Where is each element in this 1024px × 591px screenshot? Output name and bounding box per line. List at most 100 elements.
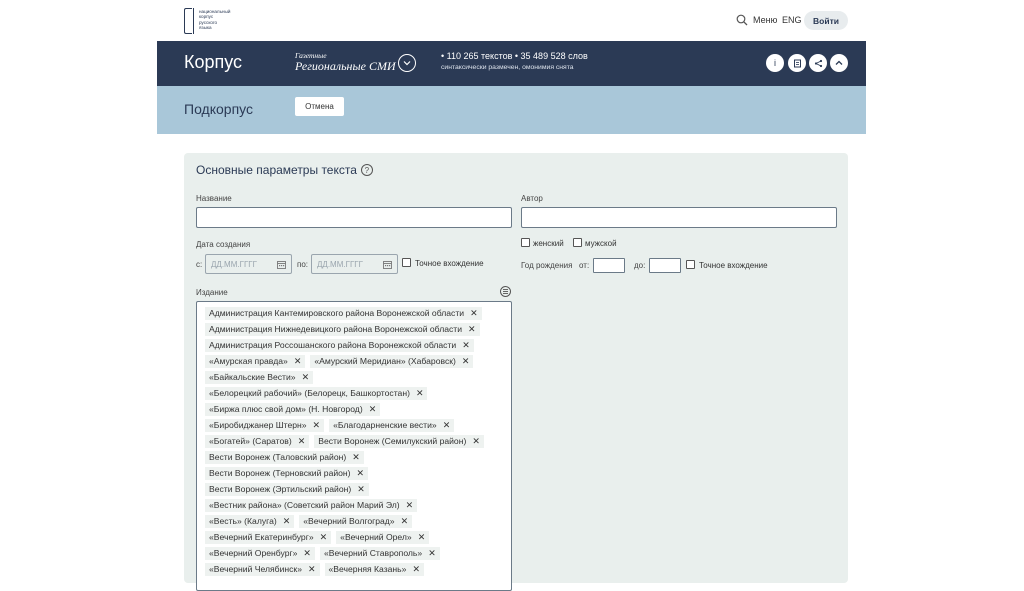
remove-tag-close-icon[interactable]: ✕	[468, 324, 476, 335]
info-icon[interactable]: i	[766, 54, 784, 72]
language-switch[interactable]: ENG	[782, 15, 802, 25]
edition-tag: Вести Воронеж (Эртильский район) ✕	[205, 482, 369, 496]
remove-tag-close-icon[interactable]: ✕	[357, 468, 365, 479]
edition-tag: «Вечерний Волгоград» ✕	[299, 514, 413, 528]
female-checkbox[interactable]	[521, 238, 530, 247]
birth-year-label: Год рождения	[521, 261, 573, 270]
edition-tag-label: Вести Воронеж (Таловский район)	[209, 452, 347, 462]
remove-tag-close-icon[interactable]: ✕	[443, 420, 451, 431]
list-icon[interactable]	[500, 286, 511, 297]
female-label: женский	[533, 239, 564, 248]
date-to-input[interactable]: ДД.ММ.ГГГГ	[311, 254, 398, 274]
top-bar: национальный корпус русского языка Меню …	[0, 0, 1024, 41]
remove-tag-close-icon[interactable]: ✕	[462, 356, 470, 367]
corpus-select-chevron-icon[interactable]	[398, 54, 416, 72]
edition-tag-row: «Биржа плюс свой дом» (Н. Новгород) ✕	[205, 401, 511, 417]
edition-tag-label: Вести Воронеж (Терновский район)	[209, 468, 351, 478]
edition-tag: «Вестник района» (Советский район Марий …	[205, 498, 418, 512]
remove-tag-close-icon[interactable]: ✕	[401, 516, 409, 527]
edition-tag-row: Администрация Нижнедевицкого района Воро…	[205, 321, 511, 337]
edition-tag-label: «Вечерний Оренбург»	[209, 548, 298, 558]
birth-exact-checkbox[interactable]	[686, 260, 695, 269]
edition-tag: «Весть» (Калуга) ✕	[205, 514, 295, 528]
author-label: Автор	[521, 194, 543, 203]
edition-tag-row: «Вечерний Оренбург» ✕ «Вечерний Ставрополь…	[205, 545, 511, 561]
remove-tag-close-icon[interactable]: ✕	[462, 340, 470, 351]
date-label: Дата создания	[196, 240, 251, 249]
logo-line: языка	[199, 25, 212, 31]
remove-tag-close-icon[interactable]: ✕	[412, 564, 420, 575]
edition-tag: «Вечерний Орел» ✕	[336, 530, 430, 544]
date-from-label: с:	[196, 260, 203, 269]
edition-tag: Администрация Россошанского района Ворон…	[205, 338, 474, 352]
date-from-input[interactable]: ДД.ММ.ГГГГ	[205, 254, 292, 274]
edition-tag-label: «Биржа плюс свой дом» (Н. Новгород)	[209, 404, 363, 414]
date-to-placeholder: ДД.ММ.ГГГГ	[317, 260, 363, 269]
remove-tag-close-icon[interactable]: ✕	[352, 452, 360, 463]
login-button[interactable]: Войти	[804, 11, 848, 30]
edition-tag-label: «Вечерний Екатеринбург»	[209, 532, 314, 542]
subcorpus-title: Подкорпус	[184, 101, 253, 117]
remove-tag-close-icon[interactable]: ✕	[418, 532, 426, 543]
remove-tag-close-icon[interactable]: ✕	[302, 372, 310, 383]
birth-from-label: от:	[579, 261, 590, 270]
edition-tag: «Вечерний Ставрополь» ✕	[319, 546, 440, 560]
birth-to-input[interactable]	[649, 258, 681, 273]
logo-text: национальный корпус русского языка	[199, 9, 230, 31]
remove-tag-close-icon[interactable]: ✕	[369, 404, 377, 415]
edition-tag-label: Вести Воронеж (Эртильский район)	[209, 484, 352, 494]
date-exact-checkbox[interactable]	[402, 258, 411, 267]
remove-tag-close-icon[interactable]: ✕	[313, 420, 321, 431]
remove-tag-close-icon[interactable]: ✕	[308, 564, 316, 575]
edition-tag-label: «Вестник района» (Советский район Марий …	[209, 500, 400, 510]
document-icon[interactable]	[788, 54, 806, 72]
corpus-header: Корпус Газетные Региональные СМИ • 110 2…	[157, 41, 866, 86]
remove-tag-close-icon[interactable]: ✕	[470, 308, 478, 319]
edition-tag-label: «Богатей» (Саратов)	[209, 436, 292, 446]
edition-tag-label: «Вечерняя Казань»	[328, 564, 407, 574]
edition-tag-row: Администрация Кантемировского района Вор…	[205, 305, 511, 321]
edition-tag-row: «Вестник района» (Советский район Марий …	[205, 497, 511, 513]
remove-tag-close-icon[interactable]: ✕	[416, 388, 424, 399]
remove-tag-close-icon[interactable]: ✕	[298, 436, 306, 447]
remove-tag-close-icon[interactable]: ✕	[406, 500, 414, 511]
share-icon[interactable]	[809, 54, 827, 72]
edition-tag: «Биробиджанер Штерн» ✕	[205, 418, 325, 432]
calendar-icon[interactable]	[277, 260, 286, 269]
collapse-chevron-up-icon[interactable]	[830, 54, 848, 72]
corpus-stats-counts: • 110 265 текстов • 35 489 528 слов	[441, 51, 588, 61]
date-from-placeholder: ДД.ММ.ГГГГ	[211, 260, 257, 269]
calendar-icon[interactable]	[383, 260, 392, 269]
author-input[interactable]	[521, 207, 837, 228]
edition-label: Издание	[196, 288, 228, 297]
edition-tag-row: Вести Воронеж (Таловский район) ✕	[205, 449, 511, 465]
remove-tag-close-icon[interactable]: ✕	[294, 356, 302, 367]
edition-tag: «Биржа плюс свой дом» (Н. Новгород) ✕	[205, 402, 381, 416]
edition-tag: «Амурская правда» ✕	[205, 354, 306, 368]
cancel-button[interactable]: Отмена	[295, 97, 344, 116]
edition-tag-label: Администрация Нижнедевицкого района Воро…	[209, 324, 463, 334]
remove-tag-close-icon[interactable]: ✕	[303, 548, 311, 559]
edition-tag-row: «Белорецкий рабочий» (Белорецк, Башкорто…	[205, 385, 511, 401]
birth-from-input[interactable]	[593, 258, 625, 273]
male-checkbox[interactable]	[573, 238, 582, 247]
corpus-name: Газетные Региональные СМИ	[295, 51, 396, 73]
remove-tag-close-icon[interactable]: ✕	[472, 436, 480, 447]
edition-tag: «Белорецкий рабочий» (Белорецк, Башкорто…	[205, 386, 428, 400]
edition-tag: Администрация Нижнедевицкого района Воро…	[205, 322, 480, 336]
edition-tag-list[interactable]: Администрация Кантемировского района Вор…	[196, 301, 512, 591]
edition-tag-label: «Весть» (Калуга)	[209, 516, 277, 526]
panel-title-text: Основные параметры текста	[196, 163, 357, 177]
menu-link[interactable]: Меню	[753, 15, 777, 25]
site-logo[interactable]: национальный корпус русского языка	[184, 8, 244, 36]
search-icon[interactable]	[736, 14, 748, 26]
remove-tag-close-icon[interactable]: ✕	[357, 484, 365, 495]
remove-tag-close-icon[interactable]: ✕	[320, 532, 328, 543]
name-input[interactable]	[196, 207, 512, 228]
edition-tag: «Благодарненские вести» ✕	[329, 418, 455, 432]
edition-tag-label: «Амурская правда»	[209, 356, 288, 366]
remove-tag-close-icon[interactable]: ✕	[428, 548, 436, 559]
help-icon[interactable]: ?	[360, 164, 373, 176]
corpus-stats-note: синтаксически размечен, омонимия снята	[441, 64, 574, 71]
remove-tag-close-icon[interactable]: ✕	[283, 516, 291, 527]
